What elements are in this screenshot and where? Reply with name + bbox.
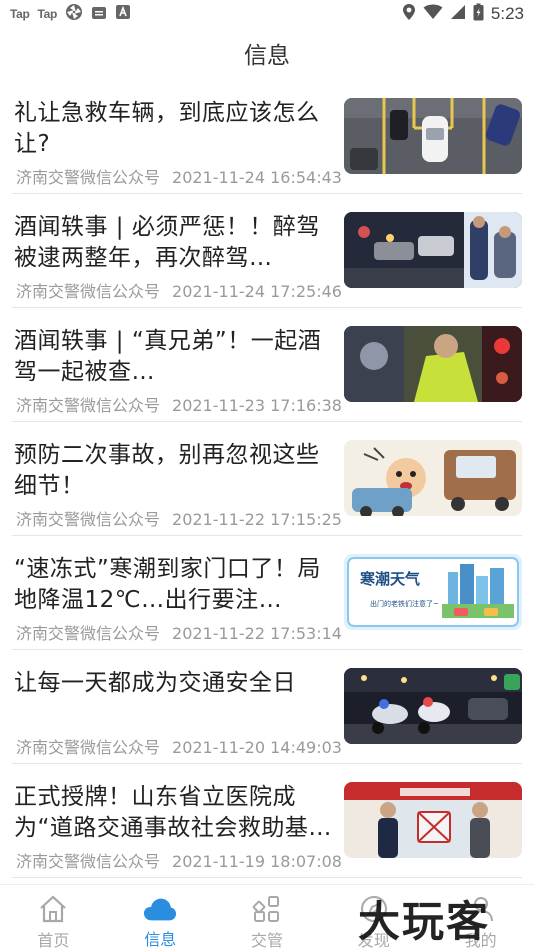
news-datetime: 2021-11-24 16:54:43 bbox=[172, 168, 342, 187]
news-list[interactable]: 礼让急救车辆，到底应该怎么让? 济南交警微信公众号 2021-11-24 16:5… bbox=[0, 80, 534, 884]
news-datetime: 2021-11-22 17:15:25 bbox=[172, 510, 342, 529]
tab-home[interactable]: 首页 bbox=[0, 885, 107, 950]
news-source: 济南交警微信公众号 bbox=[16, 852, 161, 871]
news-thumbnail[interactable] bbox=[344, 668, 522, 744]
news-datetime: 2021-11-23 17:16:38 bbox=[172, 396, 342, 415]
news-thumbnail[interactable] bbox=[344, 440, 522, 516]
cold-wave-subtitle: 出门的老铁们注意了~ bbox=[370, 599, 439, 608]
tab-traffic[interactable]: 交管 bbox=[214, 885, 321, 950]
tab-info[interactable]: 信息 bbox=[107, 885, 214, 950]
news-title[interactable]: 正式授牌！山东省立医院成为“道路交通事故社会救助基… bbox=[14, 782, 336, 844]
news-datetime: 2021-11-24 17:25:46 bbox=[172, 282, 342, 301]
tab-label: 交管 bbox=[250, 931, 283, 950]
app-a-icon bbox=[115, 4, 131, 24]
news-title[interactable]: 酒闻轶事 | 必须严惩！！醉驾被逮两整年，再次醉驾… bbox=[14, 212, 336, 274]
location-icon bbox=[402, 3, 416, 25]
news-title[interactable]: 礼让急救车辆，到底应该怎么让? bbox=[14, 98, 336, 160]
taptap-app-icon: Tap bbox=[37, 7, 58, 21]
message-icon bbox=[91, 5, 107, 24]
battery-icon bbox=[473, 3, 484, 25]
news-title[interactable]: 酒闻轶事 | “真兄弟”！一起酒驾一起被查… bbox=[14, 326, 336, 388]
taptap-app-icon: Tap bbox=[10, 7, 30, 21]
news-item[interactable]: 酒闻轶事 | 必须严惩！！醉驾被逮两整年，再次醉驾… 济南交警微信公众号 2021… bbox=[12, 194, 522, 308]
news-datetime: 2021-11-19 18:07:08 bbox=[172, 852, 342, 871]
news-meta: 济南交警微信公众号 2021-11-24 17:25:46 bbox=[16, 278, 342, 302]
news-thumbnail[interactable] bbox=[344, 326, 522, 402]
wifi-icon bbox=[423, 4, 443, 24]
status-bar: Tap Tap 5:23 bbox=[0, 0, 534, 28]
news-thumbnail[interactable] bbox=[344, 782, 522, 858]
discover-icon bbox=[357, 893, 391, 925]
tab-label: 首页 bbox=[37, 931, 70, 950]
cold-wave-title: 寒潮天气 bbox=[360, 570, 420, 588]
tab-label: 发现 bbox=[357, 931, 390, 950]
news-title[interactable]: 让每一天都成为交通安全日 bbox=[14, 668, 336, 699]
tab-label: 信息 bbox=[144, 930, 177, 949]
news-source: 济南交警微信公众号 bbox=[16, 396, 161, 415]
profile-icon bbox=[464, 893, 498, 925]
news-thumbnail[interactable] bbox=[344, 212, 522, 288]
tab-profile[interactable]: 我的 bbox=[427, 885, 534, 950]
news-item[interactable]: 礼让急救车辆，到底应该怎么让? 济南交警微信公众号 2021-11-24 16:5… bbox=[12, 80, 522, 194]
news-meta: 济南交警微信公众号 2021-11-22 17:53:14 bbox=[16, 620, 342, 644]
news-datetime: 2021-11-22 17:53:14 bbox=[172, 624, 342, 643]
news-source: 济南交警微信公众号 bbox=[16, 738, 161, 757]
news-source: 济南交警微信公众号 bbox=[16, 624, 161, 643]
status-time: 5:23 bbox=[490, 4, 524, 23]
signal-icon bbox=[450, 4, 466, 24]
news-meta: 济南交警微信公众号 2021-11-20 14:49:03 bbox=[16, 734, 342, 758]
cloud-icon bbox=[143, 893, 177, 924]
news-meta: 济南交警微信公众号 2021-11-22 17:15:25 bbox=[16, 506, 342, 530]
news-item[interactable]: 正式授牌！山东省立医院成为“道路交通事故社会救助基… 济南交警微信公众号 2021… bbox=[12, 764, 522, 878]
news-item[interactable]: 让每一天都成为交通安全日 济南交警微信公众号 2021-11-20 14:49:0… bbox=[12, 650, 522, 764]
news-meta: 济南交警微信公众号 2021-11-24 16:54:43 bbox=[16, 164, 342, 188]
news-meta: 济南交警微信公众号 2021-11-19 18:07:08 bbox=[16, 848, 342, 872]
news-source: 济南交警微信公众号 bbox=[16, 510, 161, 529]
news-thumbnail[interactable] bbox=[344, 98, 522, 174]
bottom-tab-bar: 首页 信息 交管 发现 我的 bbox=[0, 884, 534, 950]
news-title[interactable]: 预防二次事故，别再忽视这些细节！ bbox=[14, 440, 336, 502]
news-source: 济南交警微信公众号 bbox=[16, 168, 161, 187]
page-header: 信息 bbox=[0, 28, 534, 78]
news-datetime: 2021-11-20 14:49:03 bbox=[172, 738, 342, 757]
tab-label: 我的 bbox=[464, 931, 497, 950]
news-item[interactable]: 酒闻轶事 | “真兄弟”！一起酒驾一起被查… 济南交警微信公众号 2021-11-… bbox=[12, 308, 522, 422]
tab-discover[interactable]: 发现 bbox=[320, 885, 427, 950]
news-source: 济南交警微信公众号 bbox=[16, 282, 161, 301]
news-item[interactable]: 预防二次事故，别再忽视这些细节！ 济南交警微信公众号 2021-11-22 17:… bbox=[12, 422, 522, 536]
aperture-icon bbox=[65, 3, 83, 25]
page-title: 信息 bbox=[244, 43, 290, 69]
news-item[interactable]: “速冻式”寒潮到家门口了！局地降温12℃…出行要注… 济南交警微信公众号 2021… bbox=[12, 536, 522, 650]
grid-icon bbox=[250, 893, 284, 925]
news-meta: 济南交警微信公众号 2021-11-23 17:16:38 bbox=[16, 392, 342, 416]
news-title[interactable]: “速冻式”寒潮到家门口了！局地降温12℃…出行要注… bbox=[14, 554, 336, 616]
home-icon bbox=[36, 893, 70, 925]
news-thumbnail[interactable]: 寒潮天气 出门的老铁们注意了~ bbox=[344, 554, 522, 630]
